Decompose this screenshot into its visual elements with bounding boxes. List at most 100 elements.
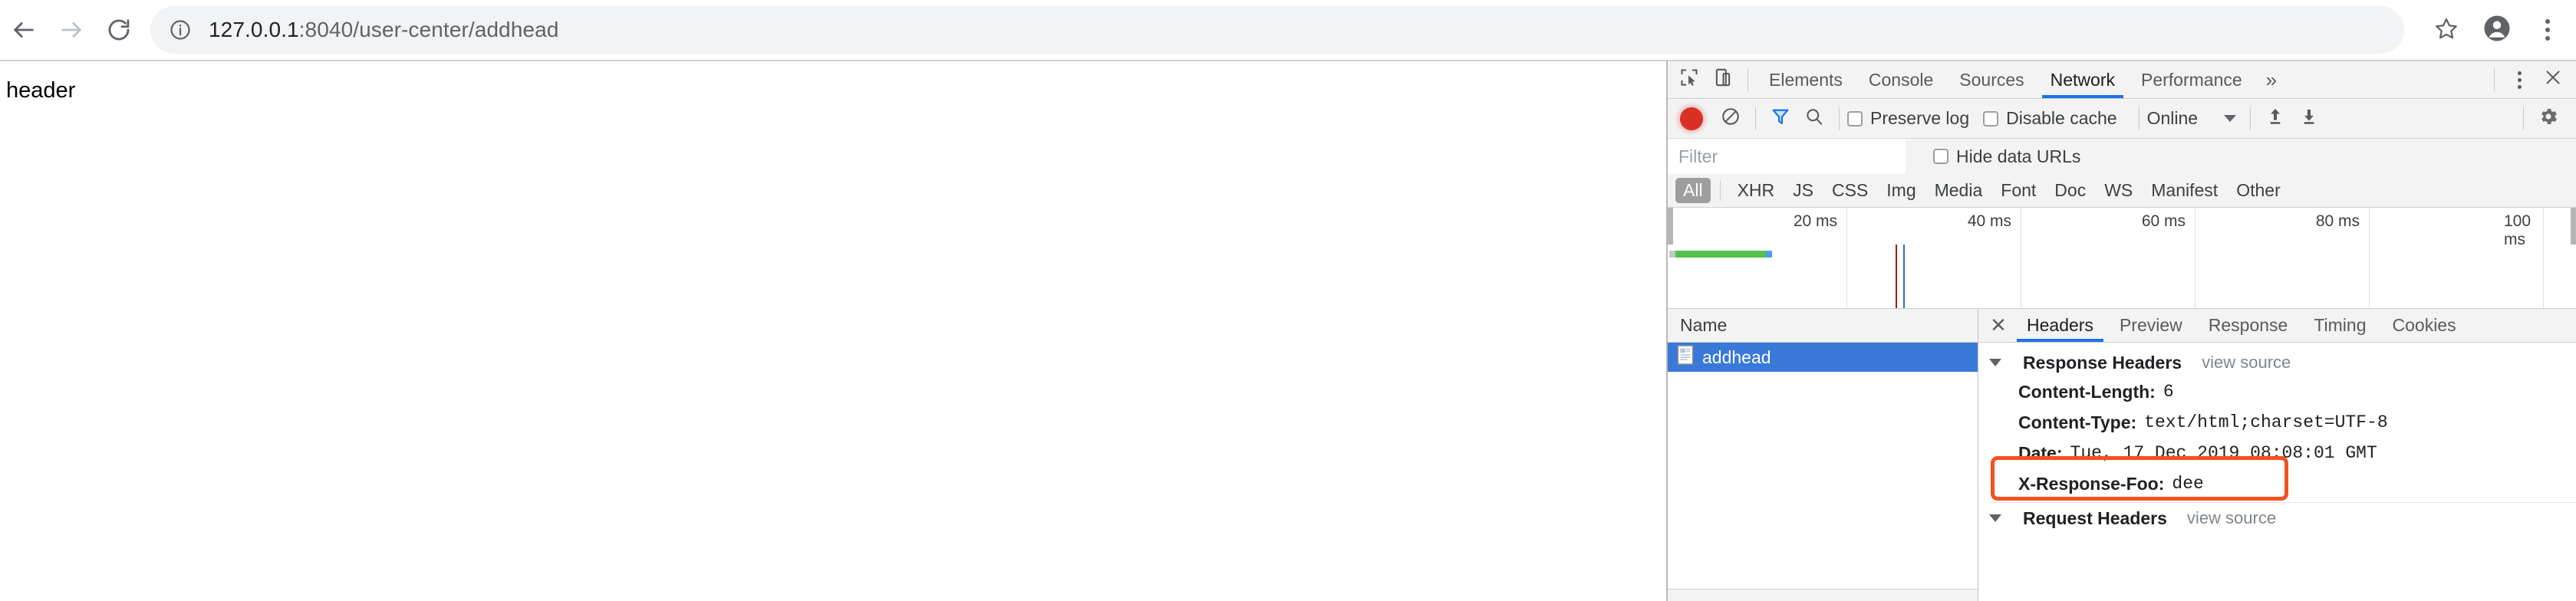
type-filter-ws[interactable]: WS bbox=[2097, 178, 2140, 203]
timeline-tick-label: 80 ms bbox=[2315, 212, 2360, 230]
headers-content: Response Headers view source Content-Len… bbox=[1978, 343, 2576, 601]
devtools-settings-button[interactable] bbox=[2502, 64, 2536, 96]
timeline-gridline bbox=[2195, 208, 2196, 308]
import-har-button[interactable] bbox=[2258, 103, 2292, 135]
timeline-bar-download bbox=[1675, 251, 1766, 258]
tab-cookies[interactable]: Cookies bbox=[2380, 309, 2469, 342]
export-har-button[interactable] bbox=[2292, 103, 2326, 135]
net-toolbar-divider-5 bbox=[2523, 107, 2524, 130]
tab-preview[interactable]: Preview bbox=[2107, 309, 2196, 342]
header-value: 6 bbox=[2163, 382, 2174, 402]
url-text: 127.0.0.1:8040/user-center/addhead bbox=[209, 18, 558, 42]
type-filter-manifest[interactable]: Manifest bbox=[2143, 178, 2225, 203]
import-har-icon bbox=[2265, 107, 2285, 131]
view-source-link[interactable]: view source bbox=[2187, 508, 2276, 528]
type-filter-css[interactable]: CSS bbox=[1824, 178, 1876, 203]
tab-headers[interactable]: Headers bbox=[2014, 309, 2107, 342]
tab-timing[interactable]: Timing bbox=[2301, 309, 2379, 342]
header-name: Content-Type: bbox=[2018, 412, 2137, 432]
type-filter-font[interactable]: Font bbox=[1993, 178, 2044, 203]
view-source-link[interactable]: view source bbox=[2202, 353, 2291, 373]
address-bar[interactable]: 127.0.0.1:8040/user-center/addhead bbox=[150, 6, 2404, 54]
record-button[interactable] bbox=[1680, 107, 1703, 130]
response-headers-section[interactable]: Response Headers view source bbox=[1989, 349, 2576, 376]
tab-network[interactable]: Network bbox=[2037, 62, 2128, 98]
gear-icon bbox=[2538, 106, 2559, 132]
page-body-text: header bbox=[6, 78, 76, 103]
timeline-tick-label: 40 ms bbox=[1967, 212, 2011, 230]
filter-row: Filter Hide data URLs bbox=[1668, 139, 2576, 174]
forward-button[interactable] bbox=[48, 6, 95, 54]
export-har-icon bbox=[2299, 107, 2319, 131]
kebab-menu-icon bbox=[2545, 19, 2550, 41]
tab-sources[interactable]: Sources bbox=[1946, 62, 2037, 98]
requests-column-header[interactable]: Name bbox=[1668, 309, 1978, 343]
filter-toggle-button[interactable] bbox=[1764, 103, 1797, 135]
network-settings-button[interactable] bbox=[2532, 103, 2565, 135]
tab-elements[interactable]: Elements bbox=[1756, 62, 1856, 98]
throttling-value: Online bbox=[2146, 108, 2199, 128]
filter-input[interactable]: Filter bbox=[1668, 139, 1906, 174]
resource-type-filters: All XHR JS CSS Img Media Font Doc WS Man… bbox=[1668, 174, 2576, 208]
back-button[interactable] bbox=[0, 6, 48, 54]
disable-cache-checkbox[interactable]: Disable cache bbox=[1983, 108, 2117, 129]
throttling-dropdown[interactable]: Online bbox=[2146, 108, 2237, 129]
header-row: Content-Length: 6 bbox=[1989, 376, 2576, 407]
table-row[interactable]: addhead bbox=[1668, 343, 1978, 372]
requests-footer-bar bbox=[1668, 589, 1978, 601]
timeline-tick-label: 60 ms bbox=[2141, 212, 2186, 230]
type-filter-doc[interactable]: Doc bbox=[2047, 178, 2093, 203]
header-name: X-Response-Foo: bbox=[2018, 473, 2165, 494]
tab-label: Performance bbox=[2141, 69, 2242, 90]
clear-network-button[interactable] bbox=[1714, 103, 1748, 135]
tab-response[interactable]: Response bbox=[2196, 309, 2301, 342]
hide-data-urls-label: Hide data URLs bbox=[1956, 146, 2081, 166]
tab-label: Console bbox=[1868, 69, 1934, 90]
bookmark-button[interactable] bbox=[2424, 8, 2469, 52]
tab-label: Response bbox=[2208, 315, 2288, 335]
clear-network-icon bbox=[1721, 107, 1741, 131]
device-toolbar-icon bbox=[1713, 67, 1733, 92]
type-filter-img[interactable]: Img bbox=[1879, 178, 1923, 203]
arrow-right-icon bbox=[58, 17, 84, 43]
header-row: Content-Type: text/html;charset=UTF-8 bbox=[1989, 407, 2576, 438]
chevron-down-icon bbox=[1989, 359, 2001, 366]
browser-toolbar: 127.0.0.1:8040/user-center/addhead bbox=[0, 0, 2576, 61]
device-toolbar-button[interactable] bbox=[1706, 64, 1740, 96]
chevron-down-icon bbox=[2224, 115, 2237, 122]
info-circle-icon[interactable] bbox=[169, 18, 192, 41]
search-icon bbox=[1804, 107, 1824, 131]
network-timeline-overview[interactable]: 20 ms 40 ms 60 ms 80 ms 100 ms bbox=[1668, 208, 2576, 309]
funnel-filter-icon bbox=[1771, 107, 1790, 131]
close-icon bbox=[2543, 67, 2563, 92]
inspect-element-button[interactable] bbox=[1672, 64, 1706, 96]
type-filter-js[interactable]: JS bbox=[1785, 178, 1821, 203]
arrow-left-icon bbox=[11, 17, 37, 43]
type-filter-xhr[interactable]: XHR bbox=[1730, 178, 1783, 203]
profile-button[interactable] bbox=[2475, 8, 2519, 52]
timeline-request-bar bbox=[1668, 251, 2576, 258]
type-filter-all[interactable]: All bbox=[1675, 178, 1711, 203]
chevron-down-icon bbox=[1989, 514, 2001, 522]
dom-content-loaded-marker bbox=[1896, 245, 1897, 308]
tab-performance[interactable]: Performance bbox=[2128, 62, 2255, 98]
net-toolbar-divider-3 bbox=[2138, 107, 2140, 130]
details-tabbar: ✕ Headers Preview Response Timing Cookie… bbox=[1978, 309, 2576, 343]
hide-data-urls-checkbox[interactable]: Hide data URLs bbox=[1933, 146, 2080, 167]
request-details-pane: ✕ Headers Preview Response Timing Cookie… bbox=[1978, 309, 2576, 601]
request-headers-section[interactable]: Request Headers view source bbox=[1989, 504, 2576, 532]
reload-button[interactable] bbox=[95, 6, 143, 54]
tab-label: Elements bbox=[1769, 69, 1843, 90]
tab-console[interactable]: Console bbox=[1856, 62, 1946, 98]
close-details-button[interactable]: ✕ bbox=[1983, 310, 2014, 341]
timeline-right-handle[interactable] bbox=[2571, 208, 2576, 245]
search-button[interactable] bbox=[1797, 103, 1831, 135]
devtools-close-button[interactable] bbox=[2536, 64, 2570, 96]
type-filter-media[interactable]: Media bbox=[1927, 178, 1991, 203]
chrome-menu-button[interactable] bbox=[2525, 8, 2570, 52]
reload-icon bbox=[106, 17, 132, 43]
more-tabs-button[interactable]: » bbox=[2255, 62, 2288, 98]
preserve-log-checkbox[interactable]: Preserve log bbox=[1847, 108, 1969, 129]
timeline-left-handle[interactable] bbox=[1668, 208, 1673, 245]
type-filter-other[interactable]: Other bbox=[2228, 178, 2288, 203]
